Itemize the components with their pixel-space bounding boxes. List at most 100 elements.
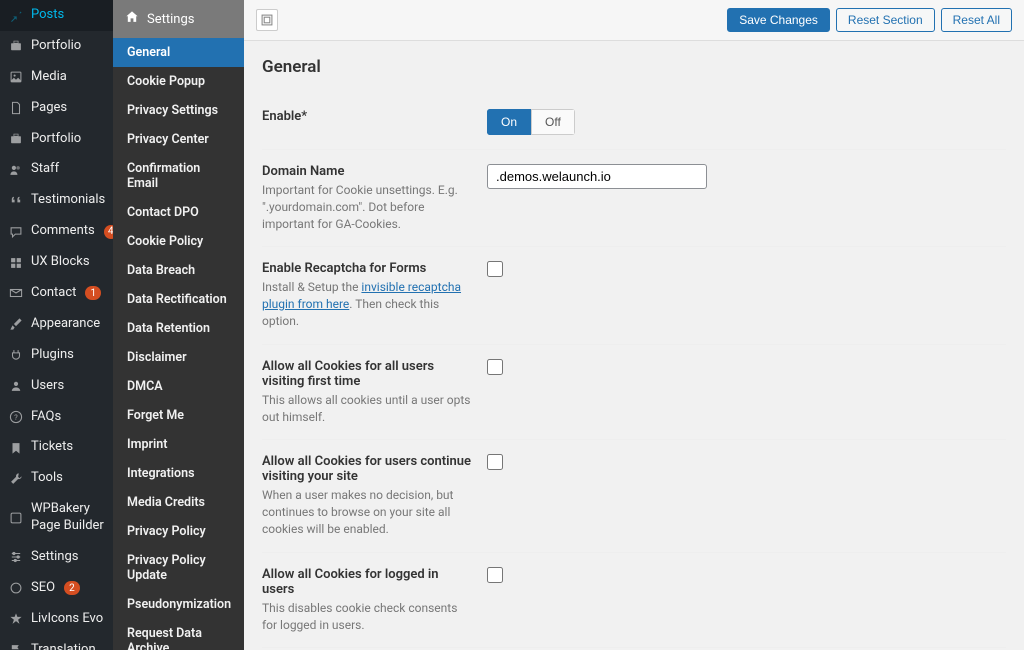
- sidebar-item-appearance[interactable]: Appearance: [0, 309, 113, 340]
- field-title: Domain Name: [262, 164, 471, 179]
- users-icon: [8, 162, 24, 178]
- sidebar-item-users[interactable]: Users: [0, 371, 113, 402]
- settings-item-imprint[interactable]: Imprint: [113, 430, 244, 459]
- settings-item-privacy-center[interactable]: Privacy Center: [113, 125, 244, 154]
- settings-item-request-data-archive[interactable]: Request Data Archive: [113, 619, 244, 650]
- sidebar-item-label: Staff: [31, 161, 59, 178]
- wpb-icon: [8, 510, 24, 526]
- settings-item-dmca[interactable]: DMCA: [113, 372, 244, 401]
- sidebar-item-label: Contact: [31, 285, 76, 302]
- settings-item-pseudonymization[interactable]: Pseudonymization: [113, 590, 244, 619]
- sidebar-item-settings[interactable]: Settings: [0, 542, 113, 573]
- allow-continue-checkbox[interactable]: [487, 454, 503, 470]
- sidebar-item-tickets[interactable]: Tickets: [0, 432, 113, 463]
- user-icon: [8, 378, 24, 394]
- settings-item-cookie-policy[interactable]: Cookie Policy: [113, 227, 244, 256]
- reset-section-button[interactable]: Reset Section: [836, 8, 935, 32]
- field-title: Enable*: [262, 109, 471, 124]
- sidebar-item-testimonials[interactable]: Testimonials: [0, 185, 113, 216]
- domain-input[interactable]: [487, 164, 707, 189]
- sidebar-item-portfolio[interactable]: Portfolio: [0, 31, 113, 62]
- sidebar-item-faqs[interactable]: ? FAQs: [0, 402, 113, 433]
- pin-icon: [8, 7, 24, 23]
- sidebar-item-media[interactable]: Media: [0, 62, 113, 93]
- sidebar-item-label: Comments: [31, 223, 95, 240]
- reset-all-button[interactable]: Reset All: [941, 8, 1012, 32]
- field-title: Allow all Cookies for users continue vis…: [262, 454, 471, 484]
- sidebar-item-contact[interactable]: Contact1: [0, 278, 113, 309]
- settings-sidebar: Settings GeneralCookie PopupPrivacy Sett…: [113, 0, 244, 650]
- topbar: Save Changes Reset Section Reset All: [244, 0, 1024, 41]
- sidebar-item-label: Testimonials: [31, 192, 105, 209]
- toggle-on[interactable]: On: [487, 109, 531, 135]
- plug-icon: [8, 347, 24, 363]
- sidebar-item-label: Settings: [31, 549, 78, 566]
- briefcase-icon: [8, 38, 24, 54]
- sidebar-item-posts[interactable]: Posts: [0, 0, 113, 31]
- settings-item-media-credits[interactable]: Media Credits: [113, 488, 244, 517]
- settings-item-privacy-settings[interactable]: Privacy Settings: [113, 96, 244, 125]
- expand-button[interactable]: [256, 9, 278, 31]
- sidebar-item-label: Pages: [31, 100, 67, 117]
- enable-toggle[interactable]: On Off: [487, 109, 575, 135]
- sidebar-item-wpbakery-page-builder[interactable]: WPBakery Page Builder: [0, 494, 113, 542]
- recaptcha-checkbox[interactable]: [487, 261, 503, 277]
- sidebar-item-translation[interactable]: Translation: [0, 635, 113, 650]
- sidebar-item-plugins[interactable]: Plugins: [0, 340, 113, 371]
- sidebar-item-portfolio[interactable]: Portfolio: [0, 124, 113, 155]
- briefcase-icon: [8, 131, 24, 147]
- settings-item-confirmation-email[interactable]: Confirmation Email: [113, 154, 244, 198]
- sidebar-item-comments[interactable]: Comments 4: [0, 216, 113, 247]
- sidebar-item-pages[interactable]: Pages: [0, 93, 113, 124]
- wp-admin-sidebar: Posts Portfolio Media Pages Portfolio Staff Te…: [0, 0, 113, 650]
- sidebar-item-label: Translation: [31, 642, 96, 650]
- page-icon: [8, 100, 24, 116]
- settings-item-data-retention[interactable]: Data Retention: [113, 314, 244, 343]
- field-title: Allow all Cookies for all users visiting…: [262, 359, 471, 389]
- settings-item-disclaimer[interactable]: Disclaimer: [113, 343, 244, 372]
- wrench-icon: [8, 471, 24, 487]
- field-desc: This allows all cookies until a user opt…: [262, 393, 471, 424]
- sidebar-item-seo[interactable]: SEO2: [0, 573, 113, 604]
- quote-icon: [8, 193, 24, 209]
- sidebar-item-staff[interactable]: Staff: [0, 154, 113, 185]
- settings-header: Settings: [113, 0, 244, 38]
- media-icon: [8, 69, 24, 85]
- settings-item-data-breach[interactable]: Data Breach: [113, 256, 244, 285]
- settings-item-data-rectification[interactable]: Data Rectification: [113, 285, 244, 314]
- settings-item-cookie-popup[interactable]: Cookie Popup: [113, 67, 244, 96]
- toggle-off[interactable]: Off: [531, 109, 575, 135]
- field-desc: This disables cookie check consents for …: [262, 601, 457, 632]
- save-changes-button[interactable]: Save Changes: [727, 8, 830, 32]
- allow-first-checkbox[interactable]: [487, 359, 503, 375]
- seo-icon: [8, 580, 24, 596]
- settings-item-contact-dpo[interactable]: Contact DPO: [113, 198, 244, 227]
- settings-item-general[interactable]: General: [113, 38, 244, 67]
- svg-text:?: ?: [14, 413, 18, 422]
- blocks-icon: [8, 255, 24, 271]
- field-allow-first: Allow all Cookies for all users visiting…: [262, 345, 1006, 441]
- home-icon: [125, 10, 139, 28]
- sidebar-item-label: FAQs: [31, 409, 61, 426]
- field-allow-logged: Allow all Cookies for logged in users Th…: [262, 553, 1006, 649]
- field-enable: Enable* On Off: [262, 95, 1006, 150]
- settings-item-privacy-policy[interactable]: Privacy Policy: [113, 517, 244, 546]
- sidebar-item-label: SEO: [31, 580, 55, 597]
- badge: 4: [104, 225, 113, 239]
- bookmark-icon: [8, 440, 24, 456]
- settings-header-label: Settings: [147, 12, 194, 27]
- sliders-icon: [8, 549, 24, 565]
- settings-item-forget-me[interactable]: Forget Me: [113, 401, 244, 430]
- sidebar-item-label: Posts: [31, 7, 64, 24]
- sidebar-item-label: LivIcons Evo: [31, 611, 103, 628]
- sidebar-item-label: WPBakery Page Builder: [31, 501, 105, 535]
- sidebar-item-livicons-evo[interactable]: LivIcons Evo: [0, 604, 113, 635]
- sidebar-item-tools[interactable]: Tools: [0, 463, 113, 494]
- settings-item-privacy-policy-update[interactable]: Privacy Policy Update: [113, 546, 244, 590]
- settings-item-integrations[interactable]: Integrations: [113, 459, 244, 488]
- sidebar-item-label: UX Blocks: [31, 254, 90, 271]
- sidebar-item-label: Portfolio: [31, 38, 81, 55]
- field-desc: Important for Cookie unsettings. E.g. ".…: [262, 183, 458, 231]
- allow-logged-checkbox[interactable]: [487, 567, 503, 583]
- sidebar-item-ux-blocks[interactable]: UX Blocks: [0, 247, 113, 278]
